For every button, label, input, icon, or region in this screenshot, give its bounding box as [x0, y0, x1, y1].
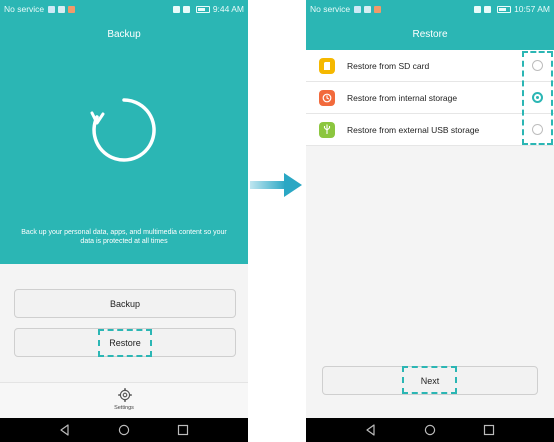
- carrier-label: No service: [4, 4, 45, 14]
- usb-icon: [319, 121, 335, 138]
- backup-button[interactable]: Backup: [14, 289, 236, 318]
- home-icon[interactable]: [424, 424, 436, 436]
- tutorial-figure: No service 9:44 AM Backup Back up your p…: [0, 0, 554, 442]
- restore-phone-screen: No service 10:57 AM Restore Restore from…: [306, 0, 554, 442]
- radio-highlight: [522, 51, 553, 145]
- backup-phone-screen: No service 9:44 AM Backup Back up your p…: [0, 0, 248, 442]
- option-sd-card[interactable]: Restore from SD card: [306, 50, 554, 82]
- page-title: Restore: [306, 18, 554, 50]
- clock: 10:57 AM: [514, 4, 550, 14]
- restore-highlight: [98, 329, 152, 357]
- option-label: Restore from external USB storage: [347, 124, 480, 135]
- back-icon[interactable]: [59, 424, 71, 436]
- signal-icon: [172, 5, 180, 13]
- backup-hero: Back up your personal data, apps, and mu…: [0, 50, 248, 264]
- action-panel: [0, 264, 248, 382]
- usb-notification-icon: [364, 5, 372, 13]
- usb-notification-icon: [58, 5, 66, 13]
- sd-card-icon: [319, 57, 335, 74]
- settings-bar[interactable]: Settings: [0, 382, 248, 418]
- home-icon[interactable]: [118, 424, 130, 436]
- signal-icon: [474, 5, 482, 13]
- wifi-icon: [182, 5, 190, 13]
- battery-icon: [497, 5, 512, 13]
- recents-icon[interactable]: [177, 424, 189, 436]
- option-label: Restore from internal storage: [347, 92, 458, 103]
- notification-icon: [48, 5, 56, 13]
- next-step-arrow-icon: [250, 173, 302, 197]
- settings-label: Settings: [114, 405, 134, 411]
- page-title: Backup: [0, 18, 248, 50]
- navigation-bar: [306, 418, 554, 442]
- battery-icon: [195, 5, 210, 13]
- gear-icon: [118, 388, 132, 402]
- internal-storage-icon: [319, 89, 335, 106]
- option-internal-storage[interactable]: Restore from internal storage: [306, 82, 554, 114]
- recents-icon[interactable]: [483, 424, 495, 436]
- wifi-icon: [484, 5, 492, 13]
- status-bar: No service 10:57 AM: [306, 0, 554, 18]
- carrier-label: No service: [310, 4, 351, 14]
- navigation-bar: [0, 418, 248, 442]
- next-highlight: [402, 366, 457, 394]
- restore-options-list: Restore from SD card Restore from intern…: [306, 50, 554, 146]
- option-usb-storage[interactable]: Restore from external USB storage: [306, 114, 554, 146]
- clock: 9:44 AM: [212, 4, 244, 14]
- back-icon[interactable]: [365, 424, 377, 436]
- option-label: Restore from SD card: [347, 60, 430, 71]
- status-bar: No service 9:44 AM: [0, 0, 248, 18]
- app-notification-icon: [374, 5, 382, 13]
- notification-icon: [354, 5, 362, 13]
- backup-description: Back up your personal data, apps, and mu…: [21, 229, 227, 245]
- backup-sync-icon: [90, 98, 156, 162]
- app-notification-icon: [68, 5, 76, 13]
